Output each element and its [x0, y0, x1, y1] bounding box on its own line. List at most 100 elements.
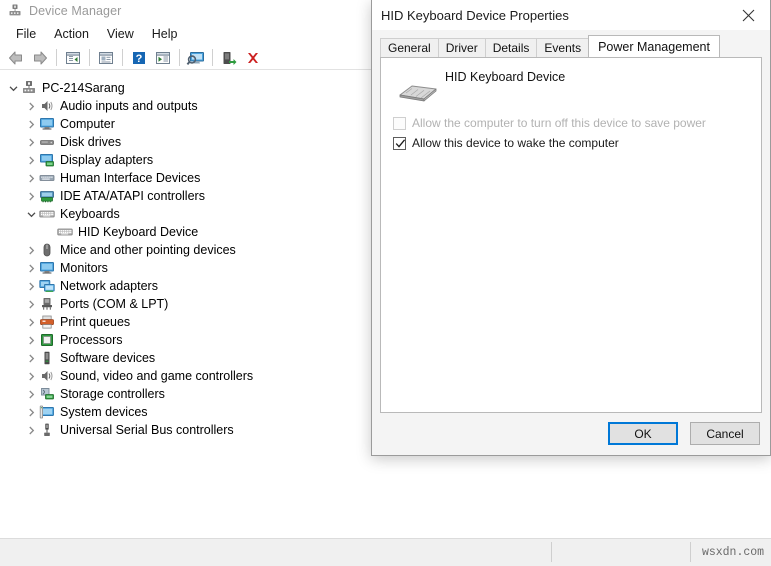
tab-driver[interactable]: Driver — [437, 38, 486, 57]
chevron-right-icon[interactable] — [24, 97, 38, 115]
tree-item[interactable]: Audio inputs and outputs — [0, 97, 371, 115]
chevron-right-icon[interactable] — [24, 241, 38, 259]
chevron-right-icon[interactable] — [24, 115, 38, 133]
chevron-right-icon[interactable] — [24, 259, 38, 277]
chevron-right-icon[interactable] — [24, 169, 38, 187]
toolbar-separator — [122, 49, 123, 66]
chevron-right-icon[interactable] — [24, 187, 38, 205]
chevron-right-icon[interactable] — [24, 133, 38, 151]
tree-item[interactable]: Software devices — [0, 349, 371, 367]
tree-item-label: Processors — [60, 333, 123, 347]
tab-power-management[interactable]: Power Management — [588, 35, 720, 57]
ok-button[interactable]: OK — [608, 422, 678, 445]
tree-item[interactable]: Mice and other pointing devices — [0, 241, 371, 259]
computer-root-icon — [20, 80, 38, 96]
checkbox-wake-computer-label: Allow this device to wake the computer — [412, 136, 619, 150]
display-adapter-icon — [38, 152, 56, 168]
chevron-right-icon[interactable] — [24, 277, 38, 295]
device-manager-icon — [8, 3, 22, 20]
tree-item-label: Software devices — [60, 351, 156, 365]
tree-item[interactable]: Network adapters — [0, 277, 371, 295]
tab-details[interactable]: Details — [484, 38, 538, 57]
device-tree[interactable]: PC-214Sarang Audio inputs and outputs Comp… — [0, 71, 371, 539]
tree-item[interactable]: Disk drives — [0, 133, 371, 151]
chevron-right-icon[interactable] — [24, 385, 38, 403]
cancel-button[interactable]: Cancel — [690, 422, 760, 445]
disk-drive-icon — [38, 134, 56, 150]
tree-item-label: Print queues — [60, 315, 131, 329]
tab-events[interactable]: Events — [536, 38, 590, 57]
tree-item-label: Universal Serial Bus controllers — [60, 423, 234, 437]
chevron-right-icon[interactable] — [24, 403, 38, 421]
dialog-body: General Driver Details Events Power Manageme… — [372, 30, 770, 455]
tree-item[interactable]: IDE ATA/ATAPI controllers — [0, 187, 371, 205]
tree-item[interactable]: Print queues — [0, 313, 371, 331]
checkbox-wake-computer[interactable]: Allow this device to wake the computer — [393, 136, 619, 150]
tree-item[interactable]: Keyboards — [0, 205, 371, 223]
menu-item-action[interactable]: Action — [45, 25, 98, 43]
screen: Device Manager File Action View Help ? P… — [0, 0, 771, 566]
svg-text:?: ? — [136, 53, 143, 65]
chevron-right-icon[interactable] — [24, 349, 38, 367]
tree-item-label: Display adapters — [60, 153, 154, 167]
tree-item-label: System devices — [60, 405, 148, 419]
device-header: HID Keyboard Device — [389, 70, 749, 104]
tree-item[interactable]: Universal Serial Bus controllers — [0, 421, 371, 439]
system-device-icon — [38, 404, 56, 420]
chevron-down-icon[interactable] — [6, 79, 20, 97]
toolbar-separator — [89, 49, 90, 66]
menu-item-view[interactable]: View — [98, 25, 143, 43]
menu-item-file[interactable]: File — [7, 25, 45, 43]
toolbar-separator — [179, 49, 180, 66]
tree-item[interactable]: Display adapters — [0, 151, 371, 169]
tree-item[interactable]: System devices — [0, 403, 371, 421]
scan-for-hardware-changes-icon[interactable] — [184, 47, 208, 69]
help-icon[interactable]: ? — [127, 47, 151, 69]
device-manager-title: Device Manager — [29, 4, 122, 18]
tree-item-label: Storage controllers — [60, 387, 165, 401]
tree-item[interactable]: PC-214Sarang — [0, 79, 371, 97]
chevron-down-icon[interactable] — [24, 205, 38, 223]
storage-controller-icon — [38, 386, 56, 402]
tree-item[interactable]: Processors — [0, 331, 371, 349]
menu-item-help[interactable]: Help — [143, 25, 187, 43]
monitor-icon — [38, 116, 56, 132]
tab-general[interactable]: General — [380, 38, 439, 57]
chevron-right-icon[interactable] — [24, 421, 38, 439]
status-text-left — [8, 539, 548, 565]
printer-icon — [38, 314, 56, 330]
forward-icon[interactable] — [28, 47, 52, 69]
tree-item[interactable]: Monitors — [0, 259, 371, 277]
chevron-right-icon[interactable] — [24, 151, 38, 169]
ide-controller-icon — [38, 188, 56, 204]
close-icon[interactable] — [726, 0, 770, 30]
toolbar-bottom-rule — [0, 69, 371, 70]
tree-item-label: IDE ATA/ATAPI controllers — [60, 189, 205, 203]
chevron-right-icon[interactable] — [24, 331, 38, 349]
back-icon[interactable] — [4, 47, 28, 69]
checkbox-wake-computer-box[interactable] — [393, 137, 406, 150]
tree-item[interactable]: Computer — [0, 115, 371, 133]
chevron-right-icon[interactable] — [24, 313, 38, 331]
watermark: wsxdn.com — [701, 545, 765, 559]
tree-item[interactable]: Human Interface Devices — [0, 169, 371, 187]
add-legacy-hardware-icon[interactable] — [217, 47, 241, 69]
tab-page-power-management: HID Keyboard Device Allow the computer t… — [380, 57, 762, 413]
tree-item[interactable]: Sound, video and game controllers — [0, 367, 371, 385]
tree-item[interactable]: HID Keyboard Device — [0, 223, 371, 241]
tab-strip: General Driver Details Events Power Manageme… — [380, 35, 720, 57]
hid-icon — [38, 170, 56, 186]
keyboard-icon — [56, 224, 74, 240]
update-driver-icon[interactable] — [151, 47, 175, 69]
tree-item[interactable]: Storage controllers — [0, 385, 371, 403]
tree-item[interactable]: Ports (COM & LPT) — [0, 295, 371, 313]
device-name: HID Keyboard Device — [445, 70, 566, 84]
checkbox-turn-off-device-box[interactable] — [393, 117, 406, 130]
properties-icon[interactable] — [94, 47, 118, 69]
show-hide-console-tree-icon[interactable] — [61, 47, 85, 69]
checkbox-turn-off-device[interactable]: Allow the computer to turn off this devi… — [393, 116, 706, 130]
chevron-right-icon[interactable] — [24, 367, 38, 385]
speaker-icon — [38, 98, 56, 114]
uninstall-device-icon[interactable] — [241, 47, 265, 69]
chevron-right-icon[interactable] — [24, 295, 38, 313]
